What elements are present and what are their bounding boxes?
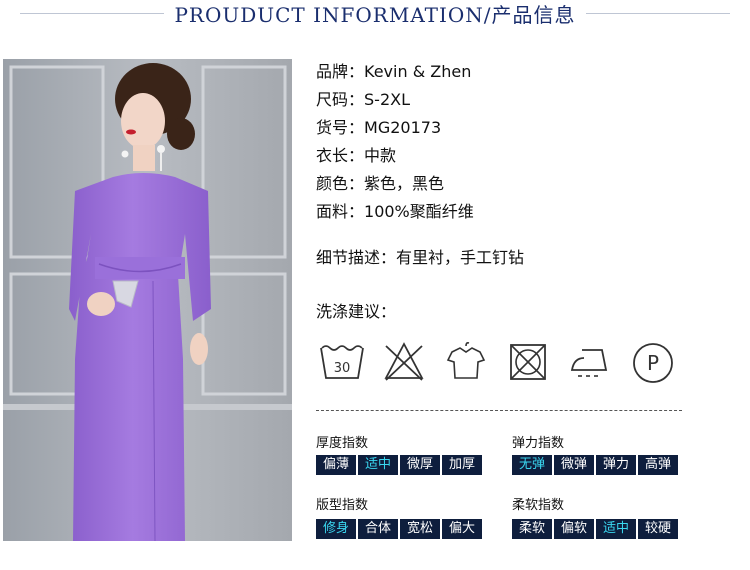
spec-size-label: 尺码： [316, 90, 365, 109]
spec-brand-label: 品牌： [316, 62, 365, 81]
elasticity-index-options: 无弹 微弹 弹力 高弹 [512, 455, 678, 475]
wash-temp-text: 30 [334, 361, 351, 376]
detail-description: 细节描述：有里衬，手工钉钻 [316, 248, 524, 268]
thickness-index-title: 厚度指数 [316, 436, 369, 451]
detail-label: 细节描述： [316, 248, 397, 267]
elasticity-option: 微弹 [554, 455, 594, 475]
no-tumble-dry-icon [510, 344, 546, 380]
spec-brand-value: Kevin & Zhen [364, 62, 472, 81]
softness-option: 较硬 [638, 519, 678, 539]
no-bleach-icon [384, 342, 424, 381]
spec-fabric-value: 100%聚酯纤维 [364, 202, 474, 221]
elasticity-option: 弹力 [596, 455, 636, 475]
thickness-index-options: 偏薄 适中 微厚 加厚 [316, 455, 482, 475]
spec-item-no: 货号：MG20173 [316, 118, 441, 138]
spec-color: 颜色：紫色，黑色 [316, 174, 444, 194]
spec-size-value: S-2XL [364, 90, 410, 109]
thickness-option: 加厚 [442, 455, 482, 475]
softness-option: 柔软 [512, 519, 552, 539]
fit-option: 宽松 [400, 519, 440, 539]
iron-low-icon [570, 349, 608, 377]
wash-30-icon: 30 [320, 345, 364, 379]
spec-fabric-label: 面料： [316, 202, 365, 221]
page-title-text: PROUDUCT INFORMATION/产品信息 [164, 3, 586, 27]
model-dress-image [3, 59, 292, 541]
elasticity-option: 高弹 [638, 455, 678, 475]
detail-value: 有里衬，手工钉钻 [396, 248, 525, 267]
elasticity-index-title: 弹力指数 [512, 436, 565, 451]
spec-length: 衣长：中款 [316, 146, 396, 166]
softness-option: 适中 [596, 519, 636, 539]
section-divider [316, 410, 682, 411]
elasticity-option: 无弹 [512, 455, 552, 475]
care-label: 洗涤建议： [316, 302, 397, 321]
spec-fabric: 面料：100%聚酯纤维 [316, 202, 474, 222]
care-icons-row: 30 P [316, 340, 686, 386]
spec-length-value: 中款 [364, 146, 397, 165]
spec-color-label: 颜色： [316, 174, 365, 193]
page-title: PROUDUCT INFORMATION/产品信息 [0, 0, 750, 30]
spec-item-no-value: MG20173 [364, 118, 442, 137]
dry-clean-p-icon: P [633, 343, 673, 383]
fit-index-options: 修身 合体 宽松 偏大 [316, 519, 482, 539]
product-photo [3, 59, 292, 541]
thickness-option: 适中 [358, 455, 398, 475]
fit-option: 偏大 [442, 519, 482, 539]
dry-clean-letter: P [647, 351, 659, 375]
spec-length-label: 衣长： [316, 146, 365, 165]
softness-index-title: 柔软指数 [512, 498, 565, 513]
spec-size: 尺码：S-2XL [316, 90, 410, 110]
hang-dry-icon [446, 342, 486, 379]
thickness-option: 微厚 [400, 455, 440, 475]
spec-color-value: 紫色，黑色 [364, 174, 445, 193]
softness-option: 偏软 [554, 519, 594, 539]
thickness-option: 偏薄 [316, 455, 356, 475]
fit-option: 修身 [316, 519, 356, 539]
softness-index-options: 柔软 偏软 适中 较硬 [512, 519, 678, 539]
spec-brand: 品牌：Kevin & Zhen [316, 62, 471, 82]
fit-option: 合体 [358, 519, 398, 539]
spec-item-no-label: 货号： [316, 118, 365, 137]
fit-index-title: 版型指数 [316, 498, 369, 513]
